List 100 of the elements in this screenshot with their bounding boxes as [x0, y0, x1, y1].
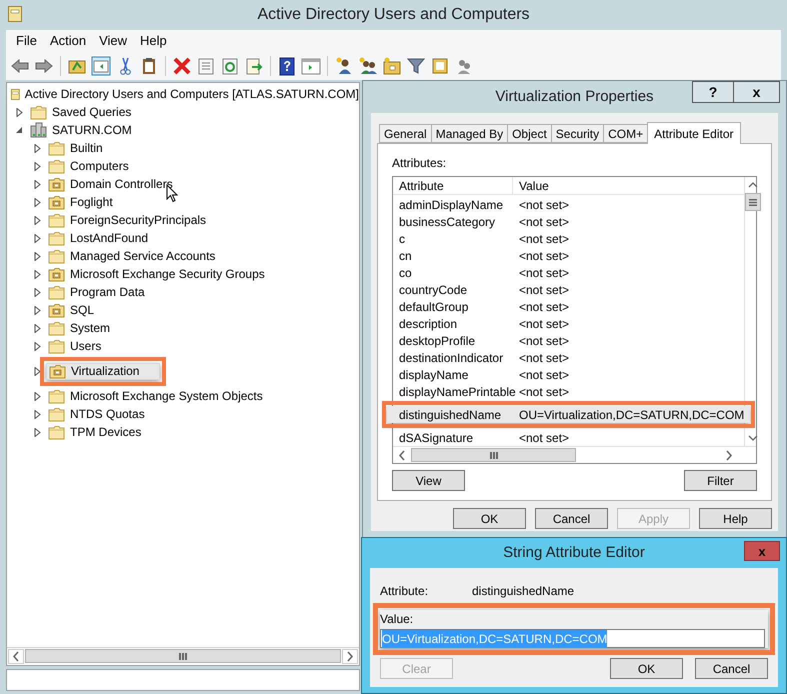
column-header[interactable]: Attribute	[393, 177, 513, 194]
tree-item[interactable]: Program Data	[46, 284, 147, 300]
tree-item[interactable]: Users	[46, 338, 104, 354]
properties-icon[interactable]	[196, 56, 216, 76]
tree-item[interactable]: SATURN.COM	[28, 122, 134, 138]
attribute-row[interactable]: displayNamePrintable <not set>	[393, 383, 744, 400]
help-icon[interactable]	[277, 56, 297, 76]
folder-icon	[48, 284, 65, 300]
expand-icon[interactable]	[33, 234, 42, 242]
tree-item[interactable]: Foglight	[46, 194, 115, 210]
tree-item[interactable]: System	[46, 320, 112, 336]
attribute-row[interactable]: destinationIndicator <not set>	[393, 349, 744, 366]
attribute-row[interactable]: c <not set>	[393, 230, 744, 247]
close-button[interactable]: x	[734, 81, 780, 103]
attribute-row[interactable]: dSASignature <not set>	[393, 429, 744, 446]
menu-item[interactable]: File	[10, 31, 43, 51]
tree-item[interactable]: Managed Service Accounts	[46, 248, 218, 264]
tree-item[interactable]: Microsoft Exchange Security Groups	[46, 266, 267, 282]
dialog-button[interactable]: Cancel	[695, 658, 768, 679]
menu-item[interactable]: View	[93, 31, 134, 51]
scrollbar-thumb[interactable]	[745, 193, 762, 211]
user-icon[interactable]	[334, 56, 354, 76]
attribute-row[interactable]: displayName <not set>	[393, 366, 744, 383]
dialog-button[interactable]: OK	[610, 658, 683, 679]
attribute-row[interactable]: description <not set>	[393, 315, 744, 332]
expand-icon[interactable]	[33, 198, 42, 206]
table-cell-text: destinationIndicator	[398, 350, 504, 366]
expand-icon[interactable]	[33, 366, 42, 376]
domain-icon	[30, 122, 47, 138]
expand-icon[interactable]	[33, 428, 42, 436]
tree-item[interactable]: LostAndFound	[46, 230, 150, 246]
tab[interactable]: Security	[550, 124, 604, 143]
tab[interactable]: COM+	[603, 124, 648, 143]
attribute-row[interactable]: desktopProfile <not set>	[393, 332, 744, 349]
refresh-icon[interactable]	[220, 56, 240, 76]
table-cell-text: <not set>	[518, 316, 570, 332]
filter-icon[interactable]	[406, 56, 426, 76]
attribute-row[interactable]: businessCategory <not set>	[393, 213, 744, 230]
export-icon[interactable]	[244, 56, 264, 76]
attribute-row[interactable]: distinguishedName OU=Virtualization,DC=SATURN,DC=COM	[387, 406, 750, 423]
report-icon[interactable]	[430, 56, 450, 76]
expand-icon[interactable]	[33, 252, 42, 260]
attribute-row[interactable]: co <not set>	[393, 264, 744, 281]
ou-folder-icon	[48, 176, 65, 192]
group-icon[interactable]	[358, 56, 378, 76]
tab[interactable]: Object	[507, 124, 552, 143]
table-cell-text: <not set>	[518, 430, 570, 446]
scroll-right-icon[interactable]	[342, 649, 358, 664]
tree-item[interactable]: Domain Controllers	[46, 176, 175, 192]
attribute-row[interactable]: adminDisplayName <not set>	[393, 196, 744, 213]
tree-item[interactable]: Computers	[46, 158, 131, 174]
expand-icon[interactable]	[33, 306, 42, 314]
tree-item[interactable]: Saved Queries	[28, 104, 134, 120]
expand-icon[interactable]	[33, 270, 42, 278]
help-button[interactable]: ?	[692, 81, 734, 103]
table-cell-text: co	[398, 264, 413, 282]
folder-new-icon[interactable]	[382, 56, 402, 76]
scrollbar-thumb[interactable]	[25, 649, 341, 663]
close-button[interactable]: x	[744, 541, 780, 561]
tree-item[interactable]: TPM Devices	[46, 424, 144, 440]
attribute-row[interactable]: cn <not set>	[393, 247, 744, 264]
expand-icon[interactable]	[33, 324, 42, 332]
attribute-row[interactable]: countryCode <not set>	[393, 281, 744, 298]
tree-item[interactable]: NTDS Quotas	[46, 406, 147, 422]
delete-icon[interactable]	[172, 56, 192, 76]
console-tree-icon[interactable]	[91, 56, 111, 76]
tree-item[interactable]: SQL	[46, 302, 96, 318]
expand-icon[interactable]	[33, 216, 42, 224]
arrow-right-icon[interactable]	[34, 56, 54, 76]
dialog-button[interactable]: Filter	[684, 470, 757, 491]
expand-icon[interactable]	[15, 108, 24, 116]
tree-item[interactable]: ForeignSecurityPrincipals	[46, 212, 208, 228]
tab[interactable]: Managed By	[430, 124, 508, 143]
dialog-button[interactable]: OK	[453, 508, 526, 529]
arrow-left-icon[interactable]	[10, 56, 30, 76]
tab[interactable]: General	[379, 124, 432, 143]
attributes-label: Attributes:	[392, 155, 448, 172]
expand-icon[interactable]	[33, 144, 42, 152]
attribute-row[interactable]: defaultGroup <not set>	[393, 298, 744, 315]
collapse-icon[interactable]	[15, 126, 24, 134]
tree-item[interactable]: Active Directory Users and Computers [ATLAS.SATURN.COM]	[24, 85, 359, 103]
menu-item[interactable]: Help	[134, 31, 173, 51]
column-header[interactable]: Value	[513, 177, 744, 194]
tree-item[interactable]: Builtin	[46, 140, 105, 156]
expand-icon[interactable]	[33, 162, 42, 170]
dialog-button[interactable]: View	[392, 470, 465, 491]
expand-icon[interactable]	[33, 392, 42, 400]
folder-icon	[48, 320, 65, 336]
expand-icon[interactable]	[33, 180, 42, 188]
tree-item[interactable]: Microsoft Exchange System Objects	[46, 388, 265, 404]
scrollbar-thumb[interactable]	[411, 448, 576, 462]
expand-icon[interactable]	[33, 410, 42, 418]
tab[interactable]: Attribute Editor	[647, 122, 741, 144]
expand-icon[interactable]	[33, 288, 42, 296]
dialog-button[interactable]: Cancel	[535, 508, 608, 529]
scroll-left-icon[interactable]	[8, 649, 24, 664]
menu-item[interactable]: Action	[44, 31, 92, 51]
table-cell-text: <not set>	[518, 366, 570, 384]
expand-icon[interactable]	[33, 342, 42, 350]
dialog-button[interactable]: Help	[699, 508, 772, 529]
